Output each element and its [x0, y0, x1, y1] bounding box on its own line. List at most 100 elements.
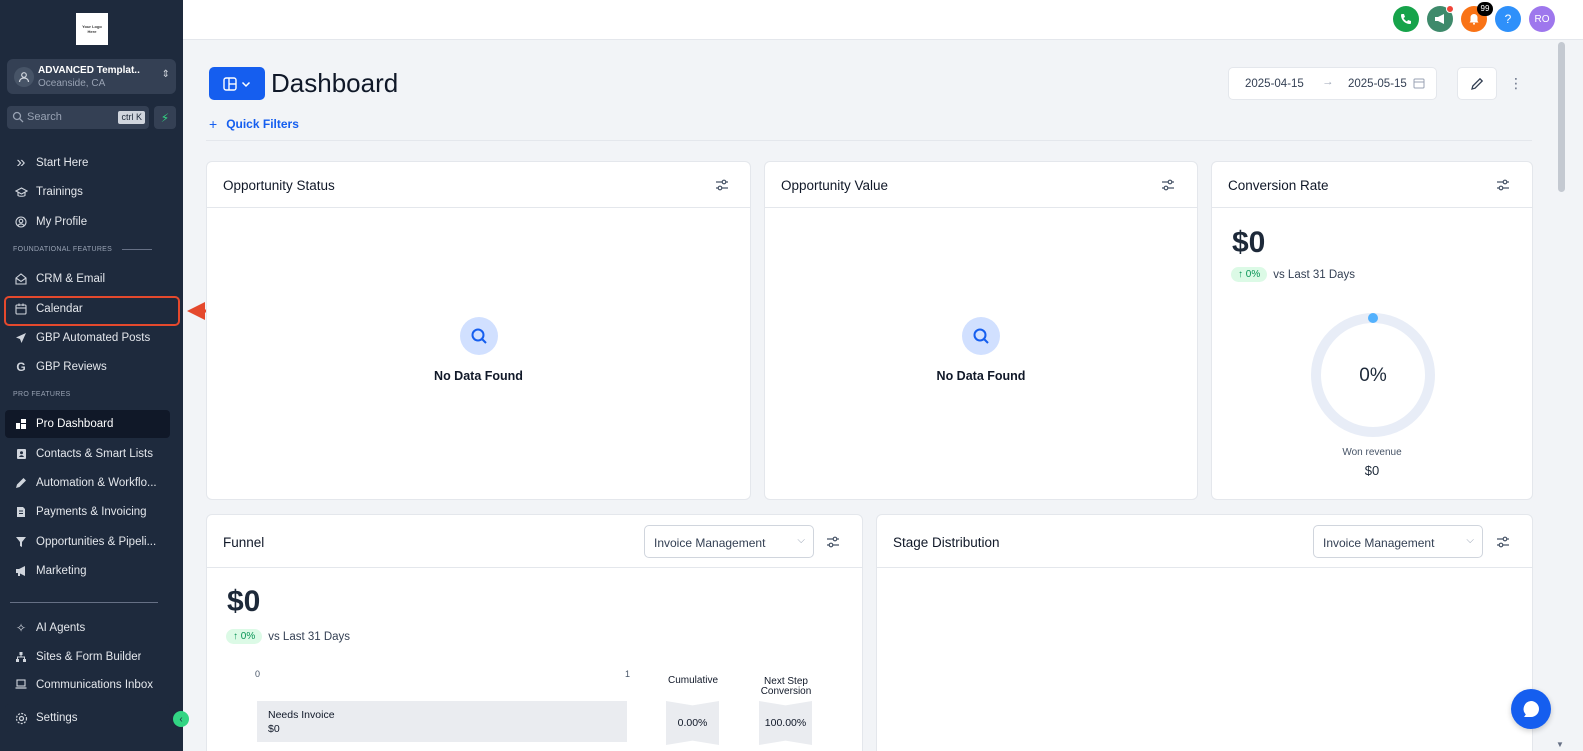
- quick-filters-label: Quick Filters: [226, 117, 299, 131]
- plus-icon: +: [209, 116, 218, 132]
- more-options-button[interactable]: ⋮: [1508, 75, 1524, 91]
- funnel-stage-bar[interactable]: Needs Invoice $0: [257, 701, 627, 742]
- sidebar-item-gbp-reviews[interactable]: G GBP Reviews: [5, 353, 170, 381]
- logo-text-line-2: Here: [87, 29, 97, 34]
- arrow-right-icon: →: [1322, 76, 1334, 88]
- sidebar-item-label: GBP Automated Posts: [36, 332, 151, 344]
- funnel-pipeline-select[interactable]: Invoice Management ⌵: [644, 525, 814, 558]
- trend-indicator: ↑ 0% vs Last 31 Days: [1231, 267, 1355, 282]
- quick-action-button[interactable]: ⚡: [154, 106, 176, 129]
- announcements-button[interactable]: [1427, 5, 1454, 32]
- chevron-updown-icon: ⇕: [161, 69, 170, 80]
- account-avatar-icon: [14, 67, 34, 87]
- sidebar-item-label: My Profile: [36, 216, 88, 228]
- sidebar-item-label: Pro Dashboard: [36, 418, 114, 430]
- sidebar-item-label: CRM & Email: [36, 273, 106, 285]
- bell-icon: [1469, 14, 1479, 25]
- empty-message: No Data Found: [936, 369, 1026, 383]
- conversion-rate-card: Conversion Rate $0 ↑ 0% vs Last 31 Days …: [1211, 161, 1533, 500]
- sidebar-item-sites[interactable]: Sites & Form Builder: [5, 643, 170, 671]
- section-header-label: FOUNDATIONAL FEATURES: [13, 246, 113, 253]
- stage-pipeline-select[interactable]: Invoice Management ⌵: [1313, 525, 1483, 558]
- sidebar-collapse-button[interactable]: ‹: [173, 711, 189, 727]
- empty-message: No Data Found: [434, 369, 523, 383]
- settings-sliders-icon[interactable]: [1496, 178, 1510, 192]
- dashboard-icon: [14, 418, 28, 430]
- sidebar-item-trainings[interactable]: Trainings: [5, 178, 170, 206]
- card-header: Stage Distribution Invoice Management ⌵: [877, 515, 1532, 568]
- search-placeholder: Search: [27, 111, 62, 123]
- trend-pill: ↑ 0%: [1231, 267, 1268, 282]
- sidebar-item-start-here[interactable]: » Start Here: [5, 149, 170, 177]
- scroll-down-icon[interactable]: ▼: [1556, 740, 1564, 749]
- date-range-picker[interactable]: 2025-04-15 → 2025-05-15: [1228, 67, 1437, 100]
- section-header-pro: PRO FEATURES: [13, 391, 71, 398]
- sidebar-item-label: Payments & Invoicing: [36, 506, 147, 518]
- dashboard-switcher-button[interactable]: [209, 67, 265, 100]
- settings-sliders-icon[interactable]: [826, 535, 840, 549]
- column-header-next-step: Next Step Conversion: [755, 677, 817, 697]
- sidebar-item-crm-email[interactable]: CRM & Email: [5, 265, 170, 293]
- select-value: Invoice Management: [654, 536, 766, 550]
- calendar-icon: [14, 303, 28, 315]
- filter-icon: [14, 536, 28, 548]
- page-scrollbar[interactable]: ▼: [1555, 40, 1567, 751]
- settings-sliders-icon[interactable]: [1496, 535, 1510, 549]
- scrollbar-thumb[interactable]: [1558, 42, 1565, 192]
- card-title: Funnel: [223, 535, 265, 550]
- invoice-icon: [14, 506, 28, 518]
- settings-sliders-icon[interactable]: [715, 178, 729, 192]
- user-circle-icon: [14, 216, 28, 228]
- empty-state: No Data Found: [765, 317, 1197, 383]
- sparkles-icon: ✧: [15, 621, 27, 635]
- quick-filters-button[interactable]: + Quick Filters: [209, 116, 299, 132]
- sidebar-item-label: Automation & Workflo...: [36, 477, 157, 489]
- card-title: Conversion Rate: [1228, 178, 1329, 193]
- chevrons-right-icon: »: [16, 154, 26, 171]
- search-icon: [12, 111, 24, 123]
- sidebar-item-label: GBP Reviews: [36, 361, 107, 373]
- sidebar-item-label: Sites & Form Builder: [36, 651, 142, 663]
- sidebar-item-gbp-automated-posts[interactable]: GBP Automated Posts: [5, 324, 170, 352]
- help-button[interactable]: ?: [1495, 6, 1521, 32]
- megaphone-icon: [1435, 14, 1444, 24]
- phone-button[interactable]: [1393, 6, 1419, 32]
- sidebar-item-contacts[interactable]: Contacts & Smart Lists: [5, 440, 170, 468]
- google-g-icon: G: [16, 360, 26, 374]
- top-bar: 99 ? RO: [183, 0, 1583, 40]
- phone-icon: [1401, 14, 1411, 24]
- sidebar-item-ai-agents[interactable]: ✧ AI Agents: [5, 614, 170, 642]
- pencil-icon: [14, 477, 28, 489]
- search-input[interactable]: Search ctrl K: [7, 106, 149, 129]
- opportunity-status-card: Opportunity Status No Data Found: [206, 161, 751, 500]
- funnel-card: Funnel Invoice Management ⌵ $0 ↑ 0% vs L…: [206, 514, 863, 751]
- sidebar-item-opportunities[interactable]: Opportunities & Pipeli...: [5, 528, 170, 556]
- edit-dashboard-button[interactable]: [1457, 67, 1497, 100]
- sidebar-item-communications[interactable]: Communications Inbox: [5, 672, 170, 690]
- sidebar-item-automation[interactable]: Automation & Workflo...: [5, 469, 170, 497]
- graduation-cap-icon: [14, 186, 28, 198]
- sidebar-divider: [10, 602, 158, 603]
- card-title: Stage Distribution: [893, 535, 1000, 550]
- sidebar-item-payments[interactable]: Payments & Invoicing: [5, 498, 170, 526]
- account-switcher[interactable]: ADVANCED Templat.. Oceanside, CA ⇕: [7, 59, 176, 94]
- chevron-down-icon: [241, 81, 251, 87]
- sidebar-item-pro-dashboard[interactable]: Pro Dashboard: [5, 410, 170, 438]
- cumulative-cell: 0.00%: [666, 701, 719, 745]
- sidebar-item-calendar[interactable]: Calendar: [5, 295, 170, 323]
- sidebar-item-label: Calendar: [36, 303, 83, 315]
- chat-bubble-icon: [1523, 701, 1539, 717]
- funnel-axis-min: 0: [255, 669, 261, 679]
- gear-icon: [14, 712, 28, 725]
- sitemap-icon: [14, 651, 28, 663]
- notifications-button[interactable]: 99: [1461, 2, 1493, 32]
- company-logo[interactable]: Your Logo Here: [76, 13, 108, 45]
- sidebar-item-marketing[interactable]: Marketing: [5, 557, 170, 585]
- sidebar-item-settings[interactable]: Settings: [5, 704, 170, 732]
- notification-count-badge: 99: [1477, 2, 1493, 16]
- settings-sliders-icon[interactable]: [1161, 178, 1175, 192]
- user-avatar[interactable]: RO: [1529, 6, 1555, 32]
- sidebar-item-label: Trainings: [36, 186, 83, 198]
- chat-widget-button[interactable]: [1511, 689, 1551, 729]
- sidebar-item-my-profile[interactable]: My Profile: [5, 208, 170, 236]
